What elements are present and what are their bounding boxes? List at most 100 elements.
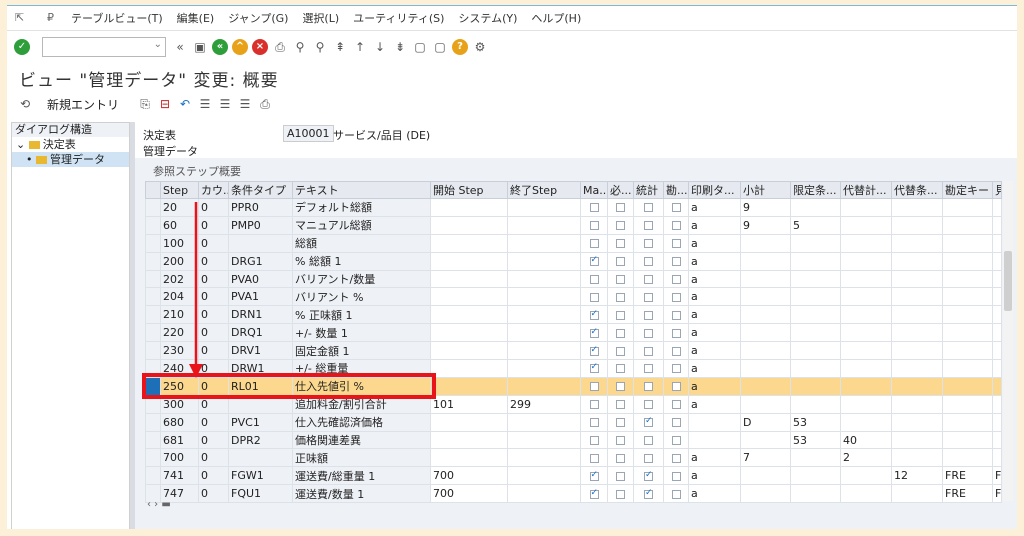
table-cell[interactable] xyxy=(942,287,993,307)
checkbox[interactable] xyxy=(644,346,653,356)
table-cell[interactable] xyxy=(840,215,892,235)
table-cell[interactable]: a xyxy=(688,215,741,235)
column-header[interactable]: Step xyxy=(160,181,199,199)
checkbox-cell[interactable] xyxy=(633,394,664,414)
table-cell[interactable]: 0 xyxy=(198,233,229,253)
table-cell[interactable]: DRN1 xyxy=(228,305,293,325)
checkbox[interactable] xyxy=(671,346,681,356)
table-cell[interactable] xyxy=(942,269,993,289)
sap-icon[interactable]: ₽ xyxy=(47,12,59,24)
column-header[interactable]: 勘定キー xyxy=(942,181,993,199)
checkbox[interactable] xyxy=(589,362,599,374)
table-cell[interactable]: DRV1 xyxy=(228,341,293,361)
table-cell[interactable]: 700 xyxy=(430,484,508,504)
checkbox[interactable] xyxy=(589,488,599,499)
checkbox[interactable] xyxy=(671,292,681,302)
table-cell[interactable] xyxy=(891,376,943,396)
table-row[interactable]: 100 0 総額 a xyxy=(145,233,1002,253)
column-header[interactable]: 見 xyxy=(992,181,1002,199)
menu-utilities[interactable]: ユーティリティ(S) xyxy=(353,10,444,26)
table-row[interactable]: 20 0 PPR0 デフォルト総額 a 9 xyxy=(145,198,1002,217)
display-change-icon[interactable]: ⟲ xyxy=(17,96,33,112)
table-cell[interactable] xyxy=(840,269,892,289)
checkbox-cell[interactable] xyxy=(580,448,608,468)
checkbox-cell[interactable] xyxy=(633,466,664,486)
table-cell[interactable]: 0 xyxy=(198,215,229,235)
checkbox-cell[interactable] xyxy=(633,323,664,343)
table-cell[interactable] xyxy=(840,305,892,325)
table-cell[interactable] xyxy=(740,287,791,307)
table-cell[interactable]: 681 xyxy=(160,430,199,450)
table-cell[interactable] xyxy=(992,233,1002,253)
table-cell[interactable] xyxy=(790,341,841,361)
checkbox[interactable] xyxy=(671,489,681,499)
checkbox[interactable] xyxy=(616,221,625,231)
checkbox[interactable] xyxy=(671,275,681,284)
table-cell[interactable] xyxy=(891,430,943,450)
table-cell[interactable]: 0 xyxy=(198,269,229,289)
checkbox-cell[interactable] xyxy=(663,287,689,307)
table-row[interactable]: 700 0 正味額 a 7 2 xyxy=(145,448,1002,468)
checkbox[interactable] xyxy=(644,275,653,284)
help-icon[interactable]: ? xyxy=(452,39,468,55)
table-cell[interactable]: FRE xyxy=(942,484,993,504)
table-cell[interactable] xyxy=(740,466,791,486)
table-cell[interactable] xyxy=(430,287,508,307)
table-cell[interactable] xyxy=(942,215,993,235)
checkbox[interactable] xyxy=(589,453,599,463)
deselect-all-icon[interactable]: ☰ xyxy=(237,96,253,112)
checkbox[interactable] xyxy=(644,292,653,302)
checkbox-cell[interactable] xyxy=(607,412,634,432)
table-cell[interactable] xyxy=(740,323,791,343)
checkbox-cell[interactable] xyxy=(607,430,634,450)
table-cell[interactable]: デフォルト総額 xyxy=(292,198,431,217)
table-cell[interactable] xyxy=(430,251,508,271)
checkbox-cell[interactable] xyxy=(633,251,664,271)
table-cell[interactable] xyxy=(891,323,943,343)
table-cell[interactable]: +/- 数量 1 xyxy=(292,323,431,343)
table-cell[interactable]: マニュアル総額 xyxy=(292,215,431,235)
checkbox[interactable] xyxy=(616,275,625,284)
table-cell[interactable] xyxy=(942,251,993,271)
table-cell[interactable]: 0 xyxy=(198,341,229,361)
table-cell[interactable] xyxy=(891,484,943,504)
table-cell[interactable]: 741 xyxy=(160,466,199,486)
checkbox[interactable] xyxy=(671,400,681,410)
table-cell[interactable] xyxy=(891,412,943,432)
table-cell[interactable] xyxy=(790,448,841,468)
checkbox[interactable] xyxy=(644,470,653,481)
checkbox-cell[interactable] xyxy=(580,323,608,343)
table-cell[interactable] xyxy=(992,448,1002,468)
checkbox[interactable] xyxy=(616,203,625,213)
checkbox[interactable] xyxy=(616,292,625,302)
table-cell[interactable] xyxy=(507,251,581,271)
table-cell[interactable]: a xyxy=(688,376,741,396)
checkbox[interactable] xyxy=(671,328,681,338)
table-cell[interactable]: PVA1 xyxy=(228,287,293,307)
table-cell[interactable]: 0 xyxy=(198,466,229,486)
checkbox-cell[interactable] xyxy=(580,305,608,325)
table-cell[interactable] xyxy=(430,376,508,396)
table-cell[interactable] xyxy=(790,359,841,378)
table-cell[interactable] xyxy=(891,448,943,468)
table-cell[interactable] xyxy=(740,233,791,253)
column-header[interactable]: 小計 xyxy=(740,181,791,199)
checkbox-cell[interactable] xyxy=(607,359,634,378)
table-cell[interactable] xyxy=(740,484,791,504)
table-cell[interactable] xyxy=(790,305,841,325)
column-header[interactable]: 代替計... xyxy=(840,181,892,199)
find-icon[interactable]: ⚲ xyxy=(292,39,308,55)
checkbox-cell[interactable] xyxy=(663,198,689,217)
table-cell[interactable] xyxy=(430,430,508,450)
table-cell[interactable] xyxy=(942,198,993,217)
table-cell[interactable]: 0 xyxy=(198,412,229,432)
checkbox-cell[interactable] xyxy=(580,394,608,414)
table-cell[interactable] xyxy=(942,430,993,450)
table-cell[interactable]: 仕入先確認済価格 xyxy=(292,412,431,432)
checkbox[interactable] xyxy=(671,453,681,463)
checkbox-cell[interactable] xyxy=(633,305,664,325)
table-cell[interactable]: 53 xyxy=(790,430,841,450)
column-header[interactable]: Ma... xyxy=(580,181,608,199)
table-cell[interactable] xyxy=(430,323,508,343)
checkbox[interactable] xyxy=(589,345,599,356)
